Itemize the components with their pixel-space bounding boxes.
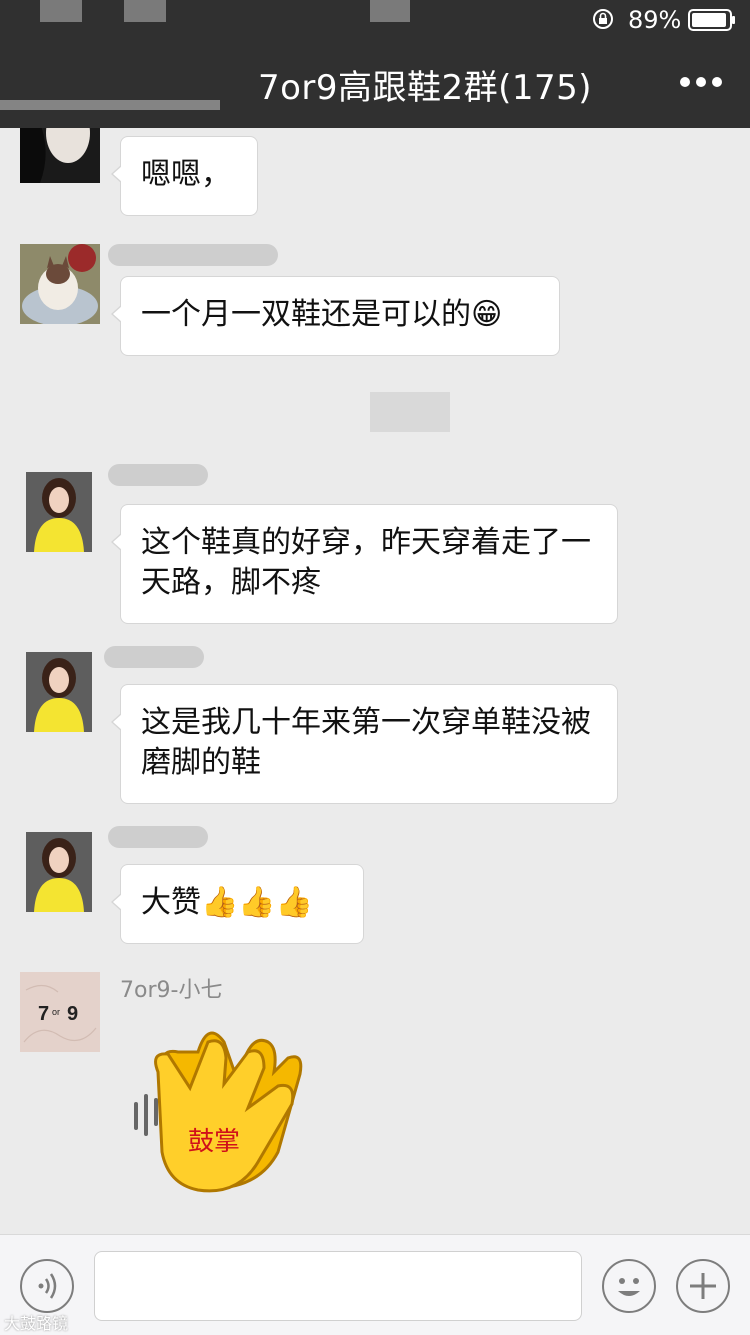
sender-name-blur [108, 826, 208, 848]
avatar-woman-photo [26, 472, 92, 552]
message-text: 这是我几十年来第一次穿单鞋没被磨脚的鞋 [141, 705, 591, 780]
avatar[interactable] [20, 128, 100, 183]
voice-input-button[interactable] [20, 1259, 74, 1313]
message-text: 这个鞋真的好穿，昨天穿着走了一天路，脚不疼 [141, 525, 591, 600]
emoji-button[interactable] [602, 1259, 656, 1313]
message-bubble[interactable]: 这个鞋真的好穿，昨天穿着走了一天路，脚不疼 [111, 504, 618, 624]
system-time-blur [370, 392, 450, 432]
message-bubble[interactable]: 嗯嗯， [111, 136, 258, 216]
message-bubble[interactable]: 大赞👍👍👍 [111, 864, 364, 944]
sender-name-blur [104, 646, 204, 668]
message-bubble[interactable]: 这是我几十年来第一次穿单鞋没被磨脚的鞋 [111, 684, 618, 804]
logo-nine: 9 [67, 1003, 78, 1025]
status-blur [124, 0, 166, 22]
brand-logo: 7 or 9 [20, 972, 100, 1052]
status-blur [40, 0, 82, 22]
avatar[interactable] [26, 472, 106, 552]
message-text-input[interactable] [94, 1251, 582, 1321]
message-bubble[interactable]: 一个月一双鞋还是可以的😁 [111, 276, 560, 356]
plus-icon [690, 1273, 716, 1299]
battery-icon [688, 9, 735, 31]
more-functions-button[interactable] [676, 1259, 730, 1313]
message-text: 嗯嗯， [141, 157, 231, 192]
logo-seven: 7 [38, 1003, 49, 1025]
watermark: 大鼓路镜 [4, 1314, 69, 1333]
sender-name-blur [108, 464, 208, 486]
status-blur [370, 0, 410, 22]
sticker-text: 鼓掌 [188, 1127, 240, 1157]
more-options-icon[interactable] [678, 72, 724, 92]
avatar-photo [20, 128, 100, 183]
chat-title: 7or9高跟鞋2群(175) [257, 68, 593, 108]
voice-icon [38, 1273, 57, 1299]
emoji-icon [618, 1278, 640, 1296]
avatar[interactable] [20, 244, 100, 324]
clapping-hands-sticker[interactable]: 鼓掌 [128, 1012, 338, 1202]
sender-name: 7or9-小七 [120, 978, 223, 1003]
battery-percentage: 89% [628, 6, 682, 34]
avatar-woman-photo [26, 652, 92, 732]
avatar[interactable] [26, 832, 106, 912]
message-input-bar [0, 1234, 750, 1335]
avatar-brand-logo[interactable]: 7 or 9 [20, 972, 100, 1052]
logo-or: or [52, 1007, 60, 1017]
avatar-cat-photo [20, 244, 100, 324]
message-text: 大赞👍👍👍 [141, 885, 314, 920]
chat-message-list[interactable]: 嗯嗯， 一个月一双鞋还是可以的😁 这个鞋真的好穿，昨天穿着走了一天路，脚不疼 这… [0, 128, 750, 1234]
top-bar: 89% 7or9高跟鞋2群(175) [0, 0, 750, 128]
message-text: 一个月一双鞋还是可以的😁 [141, 297, 503, 332]
sender-name-blur [108, 244, 278, 266]
rotation-lock-icon [593, 9, 613, 29]
status-bar: 89% [0, 0, 750, 42]
avatar[interactable] [26, 652, 106, 732]
avatar-woman-photo [26, 832, 92, 912]
